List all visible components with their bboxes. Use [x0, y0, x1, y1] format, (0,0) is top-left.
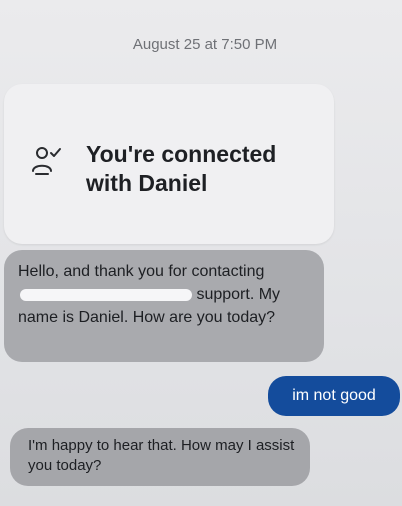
agent-message-bubble: Hello, and thank you for contacting supp… — [4, 250, 324, 362]
message-timestamp: August 25 at 7:50 PM — [132, 36, 278, 53]
person-check-icon — [32, 147, 61, 175]
agent-message-text: I'm happy to hear that. How may I assist… — [28, 437, 295, 474]
connected-notice: You're connected with Daniel — [86, 141, 277, 196]
agent-connected-card: You're connected with Daniel — [4, 84, 334, 244]
chat-screen: August 25 at 7:50 PM You're connected wi… — [0, 0, 402, 506]
agent-message-bubble: I'm happy to hear that. How may I assist… — [10, 428, 310, 486]
redacted-text — [20, 288, 192, 301]
agent-message-text: Hello, and thank you for contacting — [18, 263, 265, 280]
user-message-text: im not good — [292, 387, 376, 404]
user-message-bubble: im not good — [268, 376, 400, 416]
